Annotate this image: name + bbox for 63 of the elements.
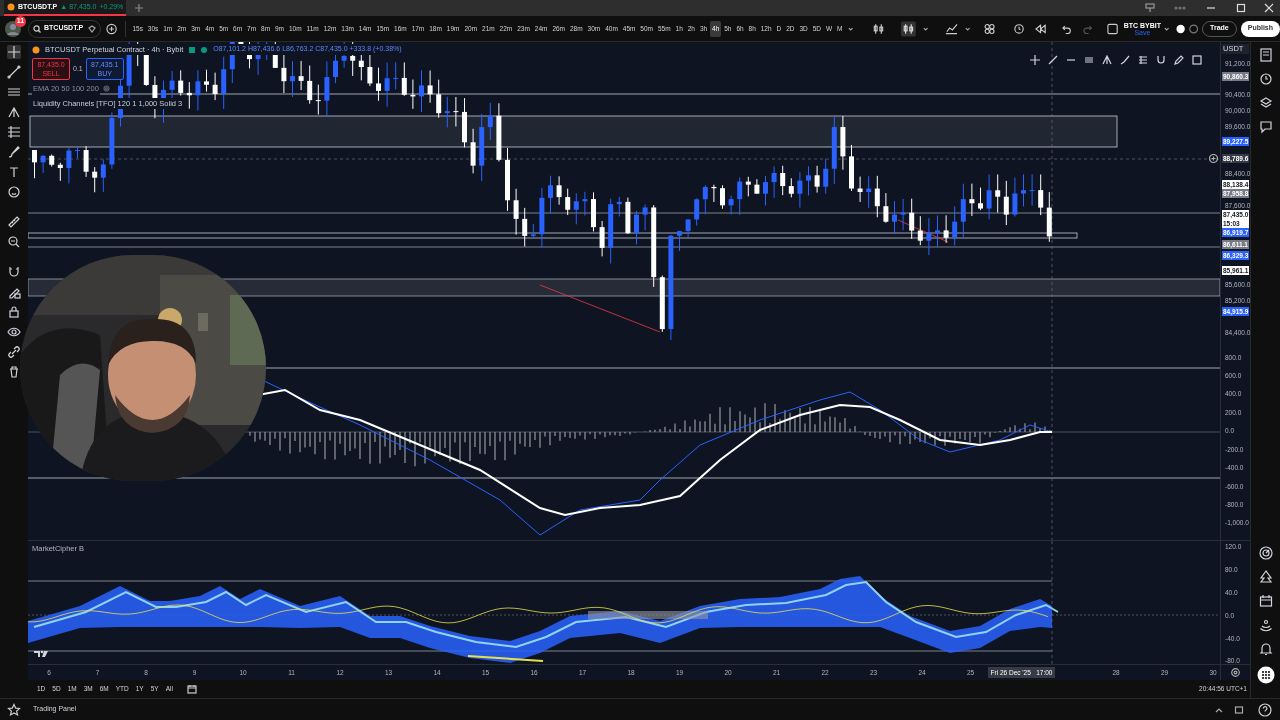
magnet-icon[interactable]: [7, 265, 21, 279]
diamond-icon: [88, 24, 97, 33]
calendar-icon[interactable]: [1258, 594, 1273, 608]
eye-icon[interactable]: [7, 325, 21, 339]
coin-icon: [32, 45, 40, 54]
gauge-icon[interactable]: [1258, 546, 1273, 560]
crosshair-icon[interactable]: [7, 45, 21, 59]
flag-icon: [188, 45, 197, 54]
layers-icon[interactable]: [1258, 96, 1273, 110]
channel-icon[interactable]: [7, 85, 21, 99]
alarm-clock-icon[interactable]: [1258, 72, 1273, 86]
magnet-icon[interactable]: [1156, 55, 1166, 65]
grid-icon[interactable]: [983, 22, 995, 35]
bookmark-icon[interactable]: [1258, 48, 1273, 62]
plus-icon[interactable]: [134, 3, 145, 13]
lock-icon[interactable]: [7, 305, 21, 319]
trend-line: [897, 219, 949, 243]
add-circle-icon[interactable]: [106, 22, 118, 35]
square-icon[interactable]: [1192, 55, 1202, 65]
alarm-icon[interactable]: [1012, 22, 1025, 35]
fork-icon[interactable]: [7, 105, 21, 119]
maximize-icon[interactable]: [1234, 704, 1244, 715]
fork-icon[interactable]: [1102, 55, 1112, 65]
bell-icon[interactable]: [1258, 642, 1273, 656]
undo-icon[interactable]: [1062, 23, 1072, 34]
indicators-icon[interactable]: [945, 21, 959, 36]
channel-icon[interactable]: [1084, 55, 1094, 65]
trash-icon[interactable]: [7, 365, 21, 379]
rewind-icon[interactable]: [1034, 22, 1047, 35]
coin-icon[interactable]: [7, 3, 15, 11]
link-icon[interactable]: [7, 345, 21, 359]
line-tool-icon[interactable]: [1048, 55, 1058, 65]
pattern-icon[interactable]: [7, 125, 21, 139]
add-circle-icon[interactable]: [1209, 154, 1218, 163]
calendar-range-icon[interactable]: [186, 684, 198, 694]
crosshair-icon[interactable]: [1030, 55, 1040, 65]
bars-chart-icon[interactable]: [901, 20, 916, 37]
brush-icon[interactable]: [7, 145, 21, 159]
star-icon[interactable]: [7, 702, 21, 717]
avatar-icon[interactable]: [4, 19, 22, 38]
zoom-icon[interactable]: [7, 235, 21, 249]
search-icon: [33, 24, 41, 33]
pin-icon[interactable]: [1144, 3, 1156, 13]
brush-icon[interactable]: [1120, 55, 1130, 65]
status-dot-icon: [200, 45, 209, 54]
pencil-icon[interactable]: [1174, 55, 1184, 65]
chat-icon[interactable]: [1258, 120, 1273, 134]
apps-icon[interactable]: [1256, 666, 1275, 684]
logo-icon: [34, 650, 48, 658]
smiley-icon[interactable]: [7, 185, 21, 199]
redo-icon[interactable]: [1083, 23, 1093, 34]
close-icon[interactable]: [1264, 3, 1274, 13]
tree-icon[interactable]: [1258, 570, 1273, 584]
broadcast-icon[interactable]: [1258, 618, 1273, 632]
pattern-icon[interactable]: [1138, 55, 1148, 65]
line-tool-icon[interactable]: [7, 65, 21, 79]
ruler-icon[interactable]: [7, 215, 21, 229]
candles-icon[interactable]: [872, 21, 886, 36]
square-icon[interactable]: [1106, 22, 1118, 35]
settings-icon[interactable]: [1231, 668, 1240, 677]
text-icon[interactable]: [7, 165, 21, 179]
help-icon[interactable]: [1258, 702, 1272, 717]
user-circle-icon[interactable]: [1176, 23, 1186, 34]
